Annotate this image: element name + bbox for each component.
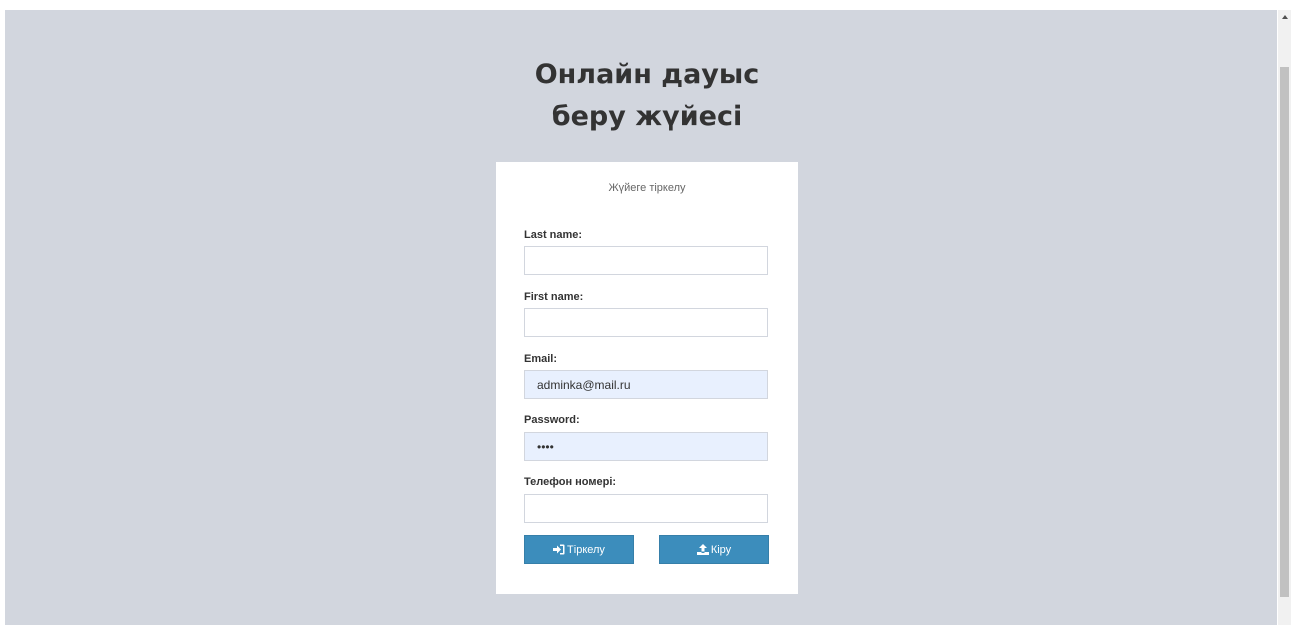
- sign-in-icon: [553, 544, 565, 555]
- register-button-label: Тіркелу: [567, 543, 605, 556]
- password-label: Password:: [524, 414, 580, 426]
- password-input[interactable]: [524, 432, 768, 461]
- first-name-label: First name:: [524, 291, 584, 303]
- vertical-scrollbar[interactable]: [1278, 10, 1291, 625]
- form-subtitle: Жүйеге тіркелу: [608, 182, 686, 194]
- scroll-up-arrow-icon[interactable]: [1278, 10, 1291, 24]
- page-title: Онлайн дауыс беру жүйесі: [534, 59, 760, 132]
- phone-input[interactable]: [524, 494, 768, 523]
- register-button[interactable]: Тіркелу: [524, 535, 634, 564]
- last-name-label: Last name:: [524, 229, 583, 241]
- phone-label: Телефон номері:: [524, 476, 617, 488]
- upload-icon: [696, 544, 709, 555]
- login-button[interactable]: Кіру: [659, 535, 769, 564]
- registration-form: Жүйеге тіркелу Last name: First name: Em…: [496, 162, 798, 594]
- first-name-input[interactable]: [524, 308, 768, 337]
- last-name-input[interactable]: [524, 246, 768, 275]
- page-background: Онлайн дауыс беру жүйесі Жүйеге тіркелу …: [5, 10, 1277, 625]
- login-button-label: Кіру: [710, 543, 732, 556]
- email-input[interactable]: [524, 370, 768, 399]
- email-label: Email:: [524, 353, 558, 365]
- scrollbar-thumb[interactable]: [1280, 67, 1289, 597]
